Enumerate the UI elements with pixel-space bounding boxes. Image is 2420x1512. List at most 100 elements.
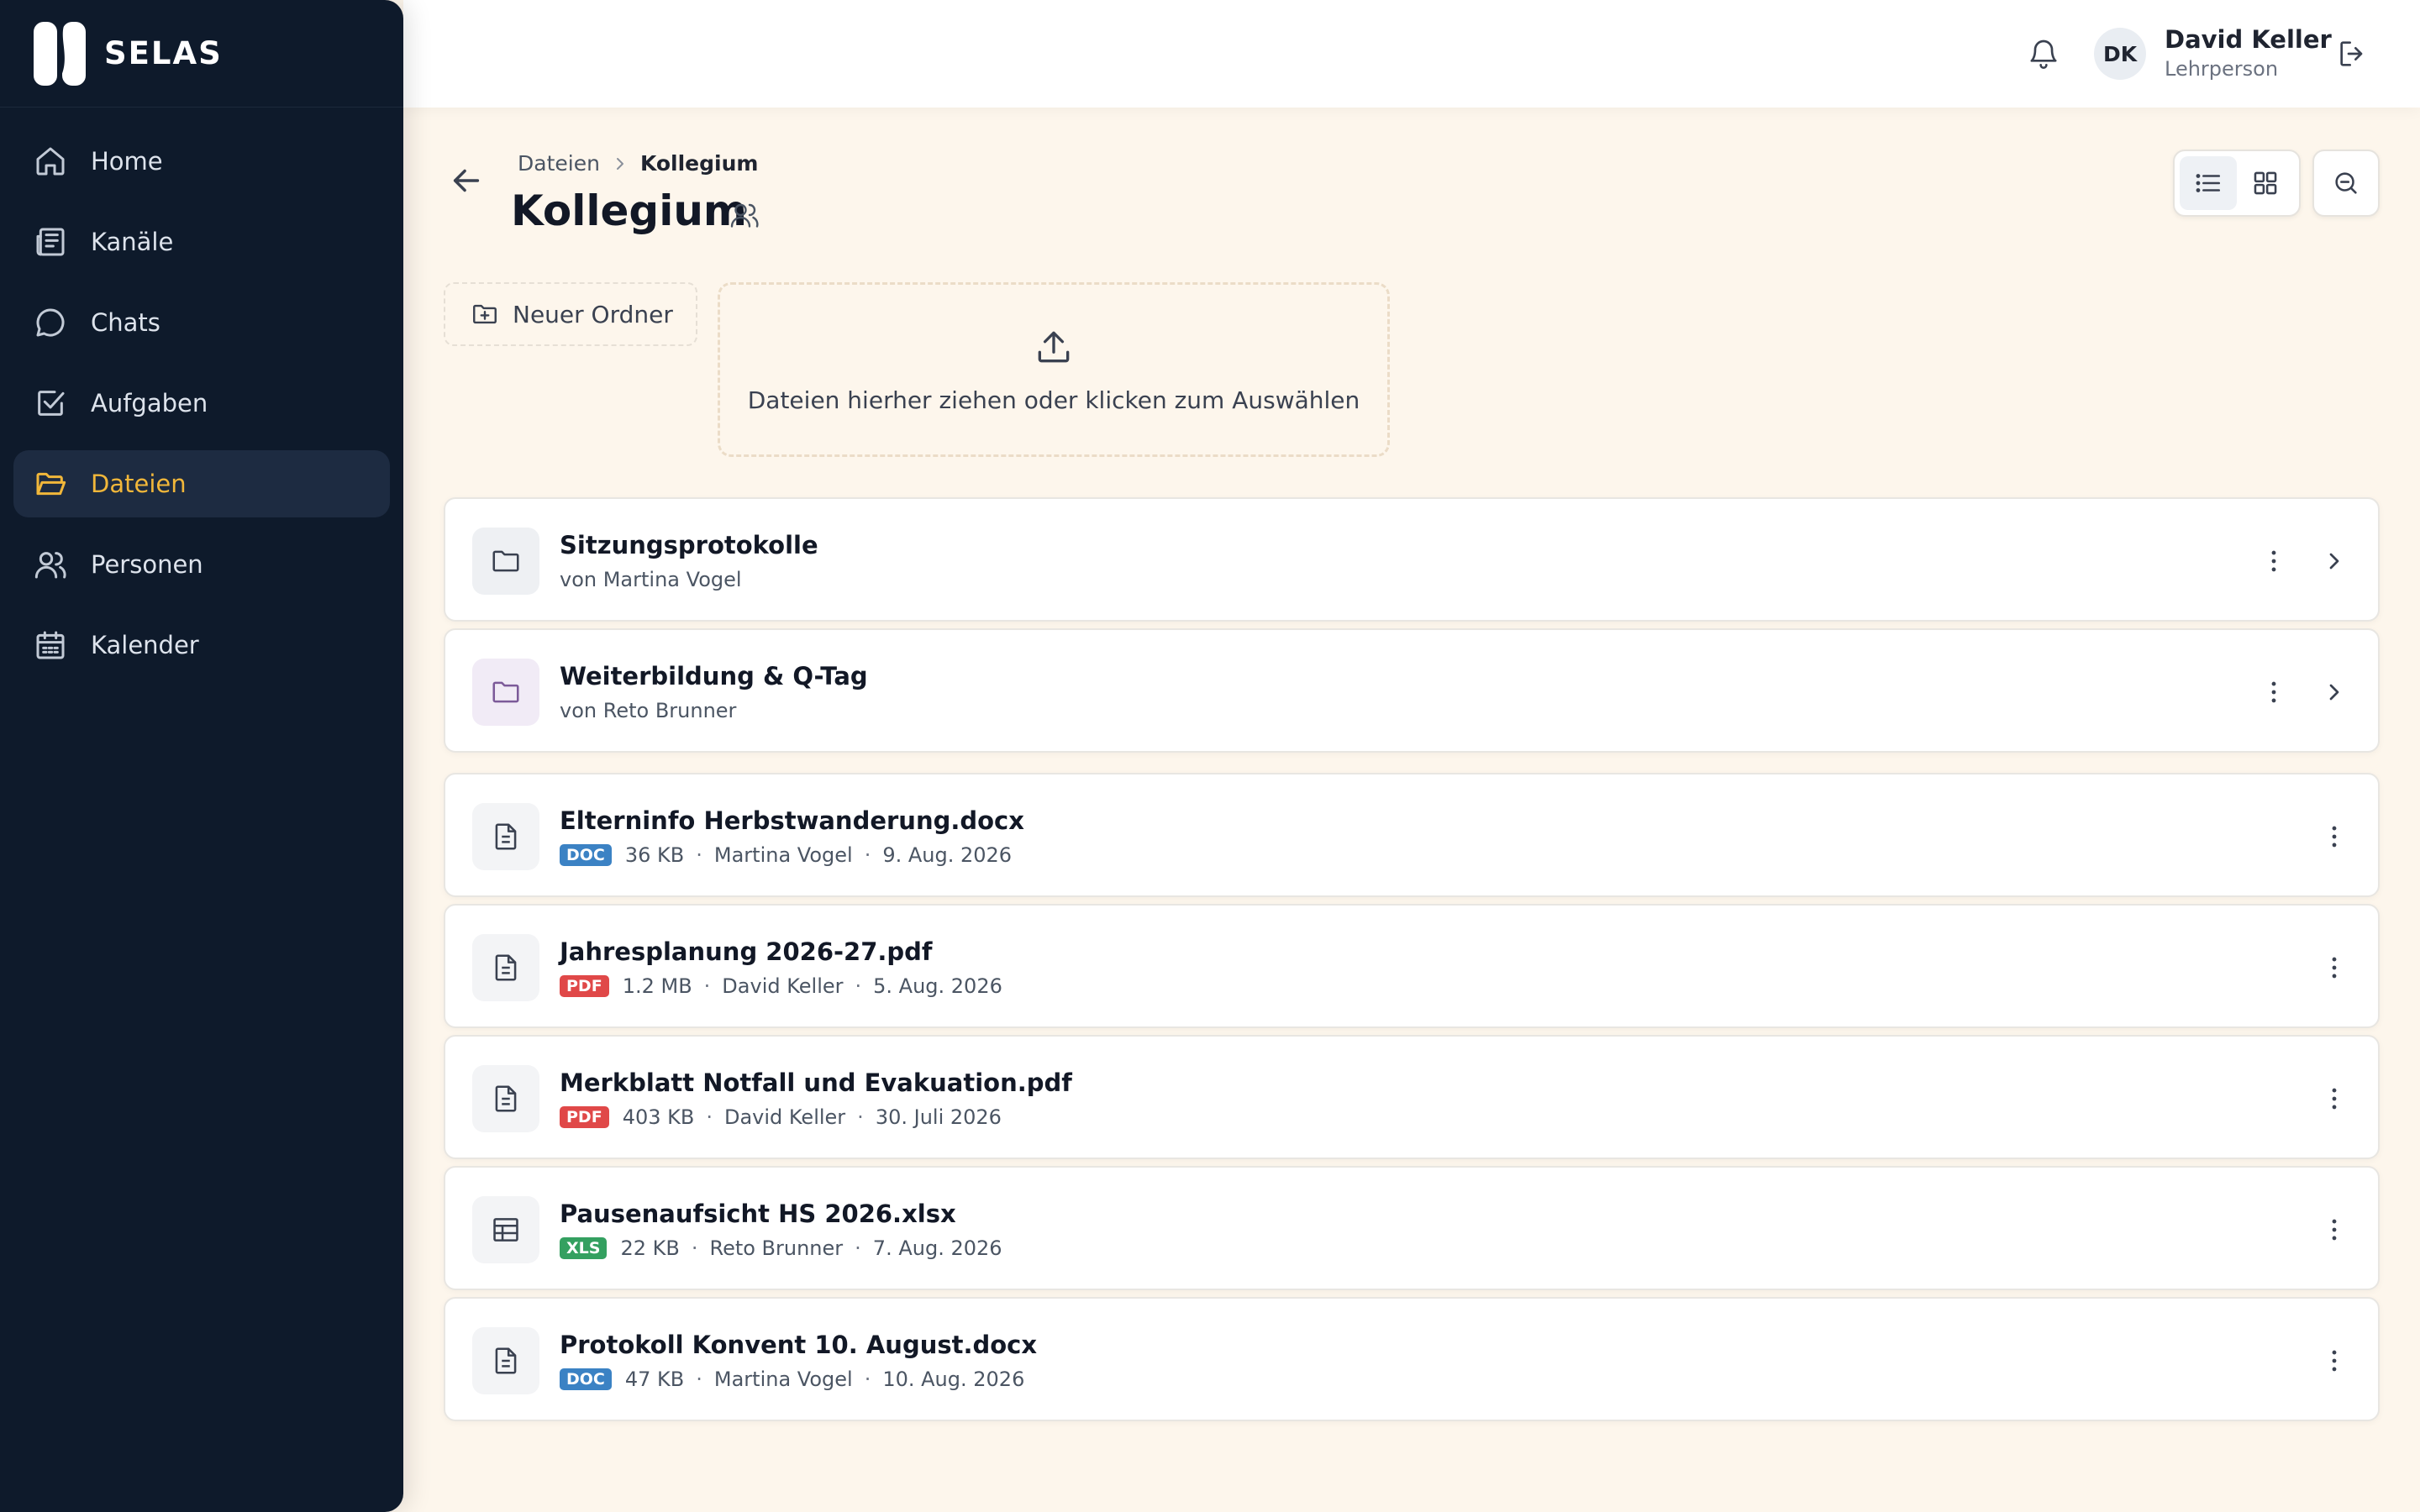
more-options-button[interactable] <box>2255 543 2292 580</box>
sidebar-item-label: Kanäle <box>91 228 174 256</box>
file-author: David Keller <box>722 974 844 998</box>
file-meta: DOC 47 KB · Martina Vogel · 10. Aug. 202… <box>560 1368 1024 1391</box>
file-row[interactable]: Merkblatt Notfall und Evakuation.pdf PDF… <box>444 1035 2380 1159</box>
file-row[interactable]: Jahresplanung 2026-27.pdf PDF 1.2 MB · D… <box>444 904 2380 1028</box>
folder-icon-tile <box>472 659 539 726</box>
more-vertical-icon <box>2332 1350 2337 1372</box>
avatar[interactable]: DK <box>2094 28 2146 80</box>
file-type-badge: PDF <box>560 975 609 997</box>
logout-icon[interactable] <box>2336 37 2370 71</box>
file-size: 1.2 MB <box>622 974 692 998</box>
selas-logo-icon <box>34 21 86 86</box>
more-options-button[interactable] <box>2316 949 2353 986</box>
meta-separator: · <box>855 1236 861 1260</box>
meta-separator: · <box>855 974 862 998</box>
folder-owner: von Reto Brunner <box>560 699 737 722</box>
file-row[interactable]: Elterninfo Herbstwanderung.docx DOC 36 K… <box>444 773 2380 897</box>
file-meta: PDF 1.2 MB · David Keller · 5. Aug. 2026 <box>560 974 1002 998</box>
file-author: Martina Vogel <box>713 843 853 867</box>
sidebar-item-chats[interactable]: Chats <box>13 289 390 356</box>
upload-dropzone[interactable]: Dateien hierher ziehen oder klicken zum … <box>718 282 1390 457</box>
file-date: 9. Aug. 2026 <box>882 843 1013 867</box>
open-folder-button[interactable] <box>2316 674 2353 711</box>
back-arrow-icon[interactable] <box>447 161 486 200</box>
grid-view-button[interactable] <box>2237 156 2294 210</box>
file-meta: PDF 403 KB · David Keller · 30. Juli 202… <box>560 1105 1002 1129</box>
meta-separator: · <box>864 843 871 867</box>
file-date: 5. Aug. 2026 <box>873 974 1002 998</box>
file-meta: DOC 36 KB · Martina Vogel · 9. Aug. 2026 <box>560 843 1012 867</box>
file-author: David Keller <box>723 1105 846 1129</box>
file-size: 36 KB <box>624 843 685 867</box>
folder-icon <box>492 550 519 572</box>
meta-separator: · <box>706 1105 713 1129</box>
newspaper-icon <box>36 228 65 256</box>
sidebar-item-kalender[interactable]: Kalender <box>13 612 390 679</box>
upload-icon <box>1038 331 1070 362</box>
breadcrumb: Dateien Kollegium <box>518 151 758 176</box>
file-row[interactable]: Pausenaufsicht HS 2026.xlsx XLS 22 KB · … <box>444 1166 2380 1290</box>
folder-name: Sitzungsprotokolle <box>560 531 818 559</box>
folder-open-icon <box>36 472 66 496</box>
open-folder-button[interactable] <box>2316 543 2353 580</box>
document-icon <box>495 823 517 850</box>
chevron-right-icon <box>2329 553 2339 570</box>
more-options-button[interactable] <box>2316 1342 2353 1379</box>
sidebar-item-home[interactable]: Home <box>13 128 390 195</box>
more-options-button[interactable] <box>2255 674 2292 711</box>
folder-icon <box>492 681 519 703</box>
sidebar-item-label: Chats <box>91 308 160 337</box>
chevron-right-icon <box>616 157 623 170</box>
meta-separator: · <box>703 974 711 998</box>
sidebar-item-label: Aufgaben <box>91 389 208 417</box>
file-size: 47 KB <box>624 1368 685 1391</box>
search-button[interactable] <box>2312 150 2380 217</box>
sidebar-item-aufgaben[interactable]: Aufgaben <box>13 370 390 437</box>
file-name: Protokoll Konvent 10. August.docx <box>560 1331 1038 1359</box>
folder-row[interactable]: Weiterbildung & Q-Tag von Reto Brunner <box>444 628 2380 753</box>
sidebar-nav: Home Kanäle Chats Aufgaben Dateien Perso… <box>0 128 403 679</box>
file-name: Merkblatt Notfall und Evakuation.pdf <box>560 1068 1072 1097</box>
more-options-button[interactable] <box>2316 1080 2353 1117</box>
list-icon <box>2196 174 2221 192</box>
sidebar-item-personen[interactable]: Personen <box>13 531 390 598</box>
file-type-badge: DOC <box>560 1368 612 1390</box>
more-vertical-icon <box>2332 1088 2337 1110</box>
list-view-button[interactable] <box>2180 156 2237 210</box>
brand[interactable]: SELAS <box>0 0 403 108</box>
more-vertical-icon <box>2271 681 2276 703</box>
more-options-button[interactable] <box>2316 818 2353 855</box>
meta-separator: · <box>696 843 702 867</box>
user-name: David Keller <box>2165 25 2332 54</box>
sidebar-item-dateien[interactable]: Dateien <box>13 450 390 517</box>
file-size: 22 KB <box>620 1236 680 1260</box>
view-toggle <box>2173 150 2301 217</box>
file-type-badge: PDF <box>560 1106 609 1128</box>
more-vertical-icon <box>2332 957 2337 979</box>
more-vertical-icon <box>2332 826 2337 848</box>
folder-owner: von Martina Vogel <box>560 568 742 591</box>
more-options-button[interactable] <box>2316 1211 2353 1248</box>
breadcrumb-parent[interactable]: Dateien <box>518 151 600 176</box>
document-icon <box>495 1347 517 1374</box>
folder-row[interactable]: Sitzungsprotokolle von Martina Vogel <box>444 497 2380 622</box>
sidebar-item-label: Home <box>91 147 163 176</box>
sidebar-item-kanaele[interactable]: Kanäle <box>13 208 390 276</box>
file-row[interactable]: Protokoll Konvent 10. August.docx DOC 47… <box>444 1297 2380 1421</box>
dropzone-label: Dateien hierher ziehen oder klicken zum … <box>747 386 1360 414</box>
meta-separator: · <box>864 1368 871 1391</box>
home-icon <box>36 147 65 176</box>
folder-name: Weiterbildung & Q-Tag <box>560 662 868 690</box>
bell-icon[interactable] <box>2027 37 2060 71</box>
file-size: 403 KB <box>622 1105 695 1129</box>
file-date: 30. Juli 2026 <box>875 1105 1002 1129</box>
folder-plus-icon <box>473 304 497 324</box>
breadcrumb-current: Kollegium <box>639 151 759 176</box>
document-icon <box>495 1085 517 1112</box>
file-date: 7. Aug. 2026 <box>872 1236 1002 1260</box>
sidebar: SELAS Home Kanäle Chats Aufgaben Dateien… <box>0 0 403 1512</box>
new-folder-button[interactable]: Neuer Ordner <box>444 282 697 346</box>
file-icon-tile <box>472 803 539 870</box>
user-role: Lehrperson <box>2165 57 2279 81</box>
search-icon <box>2335 172 2357 194</box>
